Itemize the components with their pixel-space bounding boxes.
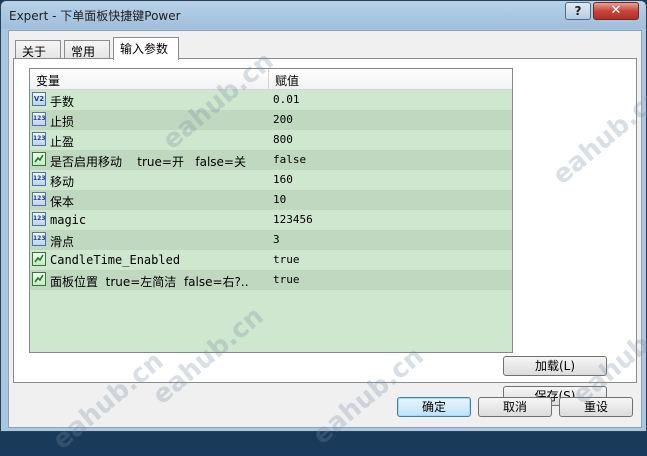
help-button[interactable]: ? bbox=[565, 2, 591, 20]
column-header-value[interactable]: 赋值 bbox=[275, 72, 299, 89]
parameter-row[interactable]: 123 止损 200 bbox=[30, 110, 512, 130]
integer-type-icon: 123 bbox=[32, 232, 46, 246]
tab-panel-input-parameters: 变量 赋值 V2 手数 0.01 123 止损 200 123 止盈 800 是否启用移动 tru… bbox=[13, 58, 637, 406]
parameter-name: 止损 bbox=[50, 115, 75, 129]
parameter-value[interactable]: 3 bbox=[273, 233, 280, 246]
parameter-row[interactable]: 面板位置 true=左简洁 false=右?.. true bbox=[30, 270, 512, 290]
cancel-button[interactable]: 取消 bbox=[478, 397, 552, 417]
integer-type-icon: 123 bbox=[32, 172, 46, 186]
parameter-row[interactable]: CandleTime_Enabled true bbox=[30, 250, 512, 270]
grid-header: 变量 赋值 bbox=[30, 69, 512, 90]
integer-type-icon: 123 bbox=[32, 192, 46, 206]
parameter-value[interactable]: 123456 bbox=[273, 213, 313, 226]
parameter-name: 手数 bbox=[50, 95, 75, 109]
parameter-row[interactable]: 123 保本 10 bbox=[30, 190, 512, 210]
bool-type-icon bbox=[32, 272, 46, 286]
integer-type-icon: 123 bbox=[32, 132, 46, 146]
integer-type-icon: 123 bbox=[32, 112, 46, 126]
parameter-name: 止盈 bbox=[50, 135, 75, 149]
column-divider[interactable] bbox=[268, 69, 269, 89]
parameter-value[interactable]: true bbox=[273, 273, 300, 286]
title-bar[interactable]: Expert - 下单面板快捷键Power ? ✕ bbox=[1, 1, 646, 29]
parameter-row[interactable]: 123 滑点 3 bbox=[30, 230, 512, 250]
parameter-name: 滑点 bbox=[50, 235, 75, 249]
parameter-name: magic bbox=[50, 213, 87, 227]
tab-common[interactable]: 常用 bbox=[64, 40, 110, 59]
parameters-grid[interactable]: 变量 赋值 V2 手数 0.01 123 止损 200 123 止盈 800 是否启用移动 tru… bbox=[29, 68, 513, 353]
bool-type-icon bbox=[32, 252, 46, 266]
window-title: Expert - 下单面板快捷键Power bbox=[9, 9, 181, 23]
parameter-value[interactable]: 800 bbox=[273, 133, 293, 146]
parameter-value[interactable]: 200 bbox=[273, 113, 293, 126]
parameter-row[interactable]: 123 移动 160 bbox=[30, 170, 512, 190]
parameter-row[interactable]: 123 magic 123456 bbox=[30, 210, 512, 230]
parameter-row[interactable]: 123 止盈 800 bbox=[30, 130, 512, 150]
parameter-row[interactable]: 是否启用移动 true=开 false=关 false bbox=[30, 150, 512, 170]
close-button[interactable]: ✕ bbox=[593, 2, 639, 20]
parameter-value[interactable]: 10 bbox=[273, 193, 286, 206]
parameter-name: CandleTime_Enabled bbox=[50, 253, 181, 267]
bool-type-icon bbox=[32, 152, 46, 166]
load-button[interactable]: 加载(L) bbox=[503, 356, 607, 376]
dialog-window: Expert - 下单面板快捷键Power ? ✕ 关于 常用 输入参数 变量 … bbox=[0, 0, 647, 456]
parameter-value[interactable]: 160 bbox=[273, 173, 293, 186]
parameter-name: 是否启用移动 true=开 false=关 bbox=[50, 155, 246, 169]
reset-button[interactable]: 重设 bbox=[559, 397, 633, 417]
parameter-row[interactable]: V2 手数 0.01 bbox=[30, 90, 512, 110]
tab-about[interactable]: 关于 bbox=[15, 40, 61, 59]
double-type-icon: V2 bbox=[32, 92, 46, 106]
parameter-value[interactable]: true bbox=[273, 253, 300, 266]
grid-rows: V2 手数 0.01 123 止损 200 123 止盈 800 是否启用移动 true=开 fa… bbox=[30, 90, 512, 290]
tab-input-parameters[interactable]: 输入参数 bbox=[113, 37, 179, 60]
parameter-name: 保本 bbox=[50, 195, 75, 209]
ok-button[interactable]: 确定 bbox=[397, 397, 471, 417]
parameter-name: 移动 bbox=[50, 175, 75, 189]
integer-type-icon: 123 bbox=[32, 212, 46, 226]
dialog-client-area: 关于 常用 输入参数 变量 赋值 V2 手数 0.01 123 止损 200 123 止盈 80… bbox=[8, 30, 642, 428]
parameter-value[interactable]: false bbox=[273, 153, 306, 166]
parameter-value[interactable]: 0.01 bbox=[273, 93, 300, 106]
parameter-name: 面板位置 true=左简洁 false=右?.. bbox=[50, 275, 249, 289]
column-header-variable[interactable]: 变量 bbox=[36, 72, 60, 89]
